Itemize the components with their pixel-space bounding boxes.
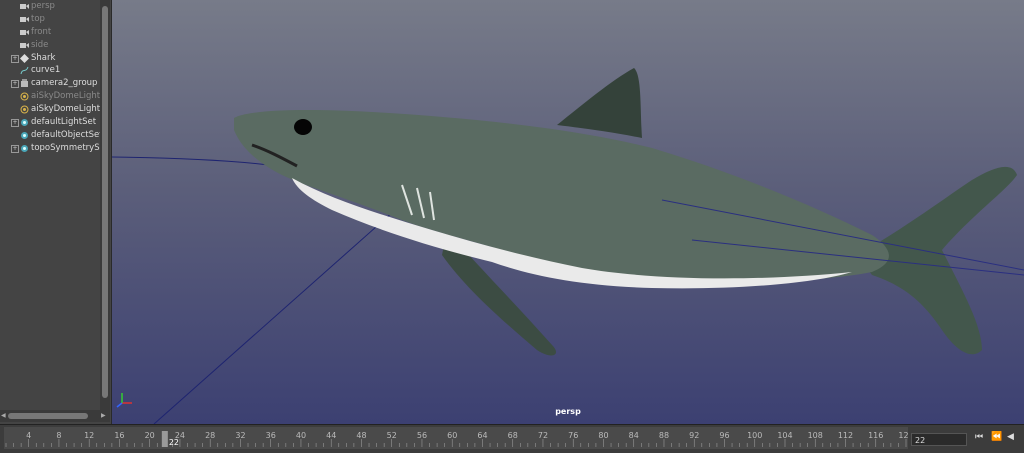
timeline-tick-label: 32 bbox=[235, 431, 245, 440]
light-icon bbox=[20, 105, 29, 114]
scroll-left-arrow-icon[interactable]: ◀ bbox=[1, 412, 6, 419]
timeline-tick-label: 92 bbox=[689, 431, 699, 440]
set-icon bbox=[20, 144, 29, 153]
timeline-tick-label: 52 bbox=[387, 431, 397, 440]
outliner-item[interactable]: aiSkyDomeLight2 bbox=[0, 103, 106, 116]
outliner-item-label: side bbox=[31, 39, 49, 50]
camera-icon bbox=[20, 28, 29, 37]
timeline-tick-label: 56 bbox=[417, 431, 427, 440]
current-time-indicator[interactable] bbox=[161, 431, 168, 447]
timeline-tick-label: 36 bbox=[266, 431, 276, 440]
current-frame-field[interactable]: 22 bbox=[911, 433, 967, 446]
shark-dorsal-fin bbox=[557, 68, 642, 138]
outliner-item[interactable]: curve1 bbox=[0, 64, 100, 77]
timeline-tick-label: 64 bbox=[477, 431, 487, 440]
outliner-item[interactable]: front bbox=[0, 26, 100, 39]
outliner-panel: persp top front side + Shark curve1 + camera2_gr… bbox=[0, 0, 112, 424]
timeline-tick-label: 100 bbox=[747, 431, 762, 440]
timeline-tick-label: 60 bbox=[447, 431, 457, 440]
outliner-item-label: Shark bbox=[31, 52, 56, 63]
outliner-item[interactable]: aiSkyDomeLight1 bbox=[0, 90, 106, 103]
outliner-item-label: defaultObjectSet bbox=[31, 129, 103, 140]
shark-eye bbox=[294, 119, 312, 135]
camera-aim-line bbox=[153, 194, 413, 424]
timeline-tick-label: 40 bbox=[296, 431, 306, 440]
set-icon bbox=[20, 131, 29, 140]
outliner-item-label: persp bbox=[31, 1, 55, 11]
light-icon bbox=[20, 92, 29, 101]
timeline-tick-label: 120 bbox=[898, 431, 908, 440]
viewport-scene bbox=[112, 68, 1024, 424]
outliner-item-label: curve1 bbox=[31, 65, 61, 76]
current-frame-marker-label: 22 bbox=[169, 438, 179, 447]
timeline-tick-label: 72 bbox=[538, 431, 548, 440]
timeline-tick-label: 104 bbox=[777, 431, 792, 440]
curve-icon bbox=[20, 66, 29, 75]
outliner-item-label: defaultLightSet bbox=[31, 117, 97, 128]
expand-toggle-icon[interactable]: + bbox=[11, 144, 19, 153]
outliner-item[interactable]: + Shark bbox=[0, 52, 100, 65]
go-to-start-icon[interactable]: ⏮ bbox=[975, 432, 983, 442]
timeline-tick-label: 84 bbox=[629, 431, 639, 440]
outliner-item-label: topoSymmetrySet bbox=[31, 142, 109, 153]
transform-icon bbox=[20, 53, 29, 63]
timeline-tick-label: 108 bbox=[808, 431, 823, 440]
timeline-tick-label: 88 bbox=[659, 431, 669, 440]
viewport-3d[interactable]: persp bbox=[112, 0, 1024, 424]
outliner-horizontal-scrollbar[interactable]: ◀ ▶ bbox=[0, 410, 110, 422]
camera-icon bbox=[20, 2, 29, 11]
set-icon bbox=[20, 118, 29, 127]
timeline-tick-label: 48 bbox=[356, 431, 366, 440]
outliner-item-label: camera2_group bbox=[31, 78, 98, 89]
timeline-tick-label: 4 bbox=[26, 431, 31, 440]
timeline-tick-label: 20 bbox=[145, 431, 155, 440]
step-back-key-icon[interactable]: ⏪ bbox=[991, 432, 1002, 442]
outliner-item[interactable]: + topoSymmetrySet bbox=[0, 142, 108, 155]
timeline-ruler[interactable]: 4 8 12 16 20 24 28 32 36 40 44 48 52 56 60 64 68 72 76 80 84… bbox=[4, 427, 908, 449]
timeline-tick-label: 12 bbox=[84, 431, 94, 440]
outliner-vertical-scrollbar[interactable] bbox=[100, 0, 110, 410]
timeline-tick-label: 76 bbox=[568, 431, 578, 440]
outliner-horizontal-scroll-thumb[interactable] bbox=[8, 413, 88, 419]
axis-gizmo bbox=[116, 393, 132, 408]
timeline-tick-label: 16 bbox=[114, 431, 124, 440]
timeline-tick-label: 80 bbox=[598, 431, 608, 440]
outliner-item-label: aiSkyDomeLight1 bbox=[31, 91, 106, 102]
outliner-list: persp top front side + Shark curve1 + camera2_gr… bbox=[0, 0, 108, 155]
expand-toggle-icon[interactable]: + bbox=[11, 54, 19, 63]
timeline-tick-label: 8 bbox=[56, 431, 61, 440]
outliner-vertical-scroll-thumb[interactable] bbox=[102, 6, 108, 398]
expand-toggle-icon[interactable]: + bbox=[11, 80, 19, 89]
step-back-frame-icon[interactable]: ◀ bbox=[1007, 432, 1014, 442]
outliner-item[interactable]: defaultObjectSet bbox=[0, 129, 103, 142]
outliner-item[interactable]: top bbox=[0, 13, 100, 26]
timeline-tick-label: 116 bbox=[868, 431, 883, 440]
outliner-item[interactable]: + camera2_group bbox=[0, 77, 100, 90]
outliner-item-label: aiSkyDomeLight2 bbox=[31, 104, 106, 115]
viewport-camera-label: persp bbox=[555, 407, 581, 416]
timeline-tick-label: 44 bbox=[326, 431, 336, 440]
outliner-item[interactable]: side bbox=[0, 39, 100, 52]
timeline-tick-label: 112 bbox=[838, 431, 853, 440]
group-icon bbox=[20, 79, 29, 88]
timeline-tick-label: 68 bbox=[508, 431, 518, 440]
scroll-right-arrow-icon[interactable]: ▶ bbox=[101, 412, 106, 419]
timeline-tick-label: 28 bbox=[205, 431, 215, 440]
camera-icon bbox=[20, 41, 29, 50]
outliner-item-label: front bbox=[31, 26, 52, 37]
expand-toggle-icon[interactable]: + bbox=[11, 119, 19, 128]
outliner-item[interactable]: persp bbox=[0, 0, 100, 13]
timeline-tick-label: 96 bbox=[719, 431, 729, 440]
camera-icon bbox=[20, 15, 29, 24]
outliner-item[interactable]: + defaultLightSet bbox=[0, 116, 100, 129]
time-slider[interactable]: 4 8 12 16 20 24 28 32 36 40 44 48 52 56 60 64 68 72 76 80 84… bbox=[0, 424, 1024, 453]
outliner-item-label: top bbox=[31, 13, 45, 24]
